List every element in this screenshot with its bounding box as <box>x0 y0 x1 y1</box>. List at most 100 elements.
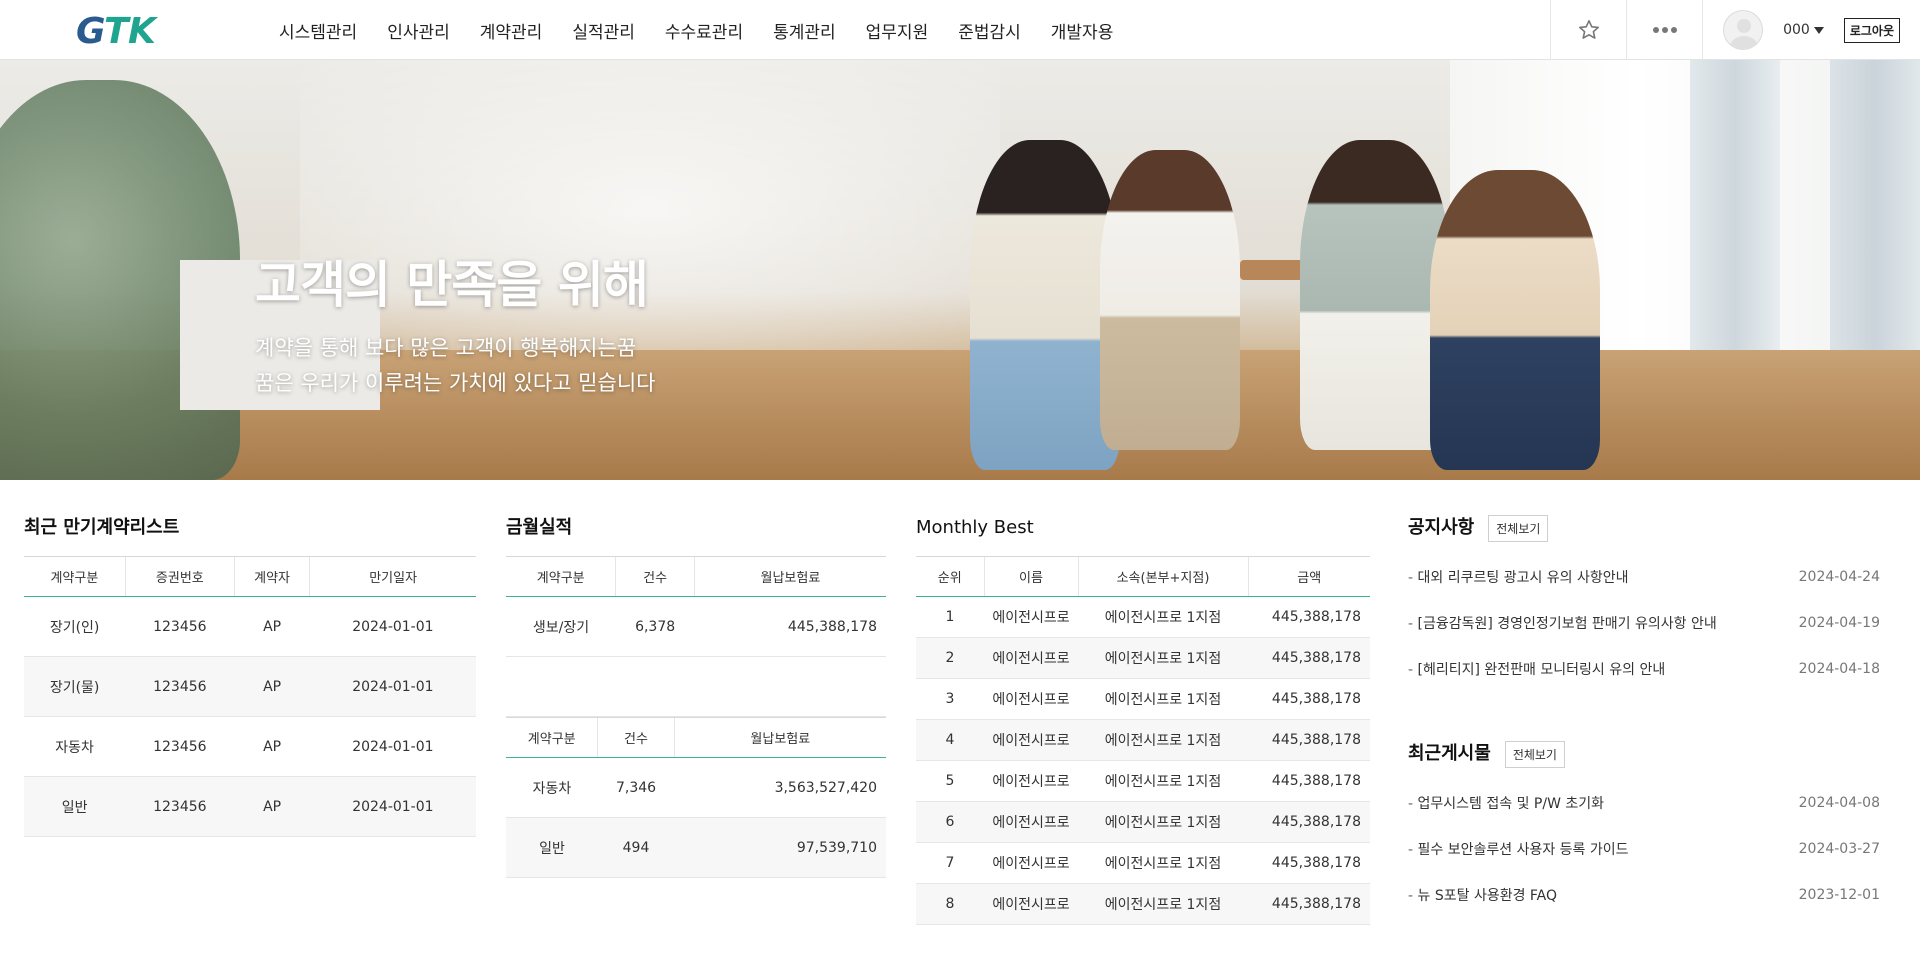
table-cell: 생보/장기 <box>506 596 616 657</box>
hero-subtitle-line: 꿈은 우리가 이루려는 가치에 있다고 믿습니다 <box>255 371 656 395</box>
expiring-contracts-table: 계약구분 증권번호 계약자 만기일자 장기(인) 123456 AP 2024-… <box>24 556 476 837</box>
list-item-date: 2024-04-24 <box>1798 569 1880 585</box>
table-cell: 장기(인) <box>24 596 126 657</box>
hero-banner: 고객의 만족을 위해 계약을 통해 보다 많은 고객이 행복해지는꿈 꿈은 우리… <box>0 60 1920 480</box>
table-cell: 445,388,178 <box>1248 760 1370 802</box>
svg-text:T: T <box>104 11 131 50</box>
hero-text: 고객의 만족을 위해 계약을 통해 보다 많은 고객이 행복해지는꿈 꿈은 우리… <box>255 245 655 401</box>
table-row[interactable]: 장기(인) 123456 AP 2024-01-01 <box>24 596 476 657</box>
table-row[interactable]: 자동차 123456 AP 2024-01-01 <box>24 716 476 777</box>
list-item-title[interactable]: 대외 리쿠르팅 광고시 유의 사항안내 <box>1408 567 1629 587</box>
table-cell: AP <box>234 656 310 717</box>
column-header: 건수 <box>597 717 675 758</box>
list-item[interactable]: 대외 리쿠르팅 광고시 유의 사항안내 2024-04-24 <box>1408 554 1880 600</box>
notice-list: 대외 리쿠르팅 광고시 유의 사항안내 2024-04-24 [금융감독원] 경… <box>1408 554 1880 692</box>
table-cell: 자동차 <box>506 757 598 818</box>
user-menu[interactable]: 000 로그아웃 <box>1702 0 1920 60</box>
more-menu-button[interactable] <box>1626 0 1702 60</box>
nav-item-support[interactable]: 업무지원 <box>851 18 944 43</box>
section-header: 최근게시물 전체보기 <box>1408 740 1880 768</box>
gtk-logo[interactable]: G T K <box>76 10 166 50</box>
list-item-title[interactable]: [헤리티지] 완전판매 모니터링시 유의 안내 <box>1408 659 1666 679</box>
table-row[interactable]: 8 에이전시프로 에이전시프로 1지점 445,388,178 <box>916 883 1370 925</box>
table-cell: AP <box>234 716 310 777</box>
column-header: 계약구분 <box>506 556 616 597</box>
table-cell: 자동차 <box>24 716 126 777</box>
list-item-title[interactable]: 뉴 S포탈 사용환경 FAQ <box>1408 885 1558 905</box>
nav-item-hr[interactable]: 인사관리 <box>372 18 465 43</box>
caret-down-icon[interactable] <box>1813 26 1824 34</box>
view-all-notices-button[interactable]: 전체보기 <box>1488 514 1549 542</box>
table-cell: AP <box>234 596 310 657</box>
table-cell: 에이전시프로 <box>984 678 1078 720</box>
monthly-best-table: 순위 이름 소속(본부+지점) 금액 1 에이전시프로 에이전시프로 1지점 445,… <box>916 556 1370 925</box>
svg-text:K: K <box>128 11 159 50</box>
table-cell: 에이전시프로 <box>984 842 1078 884</box>
nav-item-compliance[interactable]: 준법감시 <box>943 18 1036 43</box>
table-cell: 에이전시프로 <box>984 801 1078 843</box>
table-cell: 445,388,178 <box>1248 719 1370 761</box>
list-item-date: 2024-03-27 <box>1798 841 1880 857</box>
column-header: 계약구분 <box>506 717 598 758</box>
table-row[interactable]: 7 에이전시프로 에이전시프로 1지점 445,388,178 <box>916 842 1370 884</box>
nav-item-commission[interactable]: 수수료관리 <box>650 18 758 43</box>
list-item[interactable]: 필수 보안솔루션 사용자 등록 가이드 2024-03-27 <box>1408 826 1880 872</box>
person-image <box>1300 140 1450 450</box>
table-row[interactable]: 2 에이전시프로 에이전시프로 1지점 445,388,178 <box>916 637 1370 679</box>
user-name[interactable]: 000 <box>1783 22 1810 38</box>
table-row[interactable]: 일반 494 97,539,710 <box>506 817 886 878</box>
table-row[interactable]: 장기(물) 123456 AP 2024-01-01 <box>24 656 476 717</box>
nav-item-contract[interactable]: 계약관리 <box>465 18 558 43</box>
table-row[interactable]: 1 에이전시프로 에이전시프로 1지점 445,388,178 <box>916 596 1370 638</box>
section-title: 금월실적 <box>506 517 573 538</box>
nav-item-developer[interactable]: 개발자용 <box>1036 18 1129 43</box>
list-item-title[interactable]: 업무시스템 접속 및 P/W 초기화 <box>1408 793 1604 813</box>
table-cell: 에이전시프로 <box>984 719 1078 761</box>
table-row[interactable]: 3 에이전시프로 에이전시프로 1지점 445,388,178 <box>916 678 1370 720</box>
table-row[interactable]: 6 에이전시프로 에이전시프로 1지점 445,388,178 <box>916 801 1370 843</box>
list-item[interactable]: [금융감독원] 경영인정기보험 판매기 유의사항 안내 2024-04-19 <box>1408 600 1880 646</box>
table-cell: 445,388,178 <box>1248 678 1370 720</box>
table-cell: 1 <box>916 596 984 638</box>
table-row[interactable]: 5 에이전시프로 에이전시프로 1지점 445,388,178 <box>916 760 1370 802</box>
list-item-title[interactable]: 필수 보안솔루션 사용자 등록 가이드 <box>1408 839 1629 859</box>
list-item[interactable]: 뉴 S포탈 사용환경 FAQ 2023-12-01 <box>1408 872 1880 918</box>
table-row[interactable]: 생보/장기 6,378 445,388,178 <box>506 596 886 657</box>
logout-button[interactable]: 로그아웃 <box>1843 17 1900 43</box>
nonlife-performance-table: 계약구분 건수 월납보험료 자동차 7,346 3,563,527,420 일반… <box>506 717 886 878</box>
nav-item-performance[interactable]: 실적관리 <box>557 18 650 43</box>
list-item-title[interactable]: [금융감독원] 경영인정기보험 판매기 유의사항 안내 <box>1408 613 1717 633</box>
table-cell: 2024-01-01 <box>309 656 476 717</box>
column-header: 소속(본부+지점) <box>1077 556 1248 597</box>
list-item[interactable]: [헤리티지] 완전판매 모니터링시 유의 안내 2024-04-18 <box>1408 646 1880 692</box>
table-row[interactable]: 4 에이전시프로 에이전시프로 1지점 445,388,178 <box>916 719 1370 761</box>
table-row[interactable]: 자동차 7,346 3,563,527,420 <box>506 757 886 818</box>
table-cell: 6 <box>916 801 984 843</box>
table-row[interactable]: 일반 123456 AP 2024-01-01 <box>24 776 476 837</box>
table-cell: 에이전시프로 <box>984 883 1078 925</box>
expiring-contracts-section: 최근 만기계약리스트 계약구분 증권번호 계약자 만기일자 장기(인) 1234… <box>24 514 476 837</box>
table-cell: 2024-01-01 <box>309 716 476 777</box>
person-image <box>1430 170 1600 470</box>
table-cell: 123456 <box>125 716 235 777</box>
favorite-button[interactable] <box>1550 0 1626 60</box>
column-header: 금액 <box>1247 556 1370 597</box>
table-cell: AP <box>234 776 310 837</box>
table-cell: 일반 <box>24 776 126 837</box>
list-item[interactable]: 업무시스템 접속 및 P/W 초기화 2024-04-08 <box>1408 780 1880 826</box>
view-all-posts-button[interactable]: 전체보기 <box>1504 740 1565 768</box>
recent-posts-list: 업무시스템 접속 및 P/W 초기화 2024-04-08 필수 보안솔루션 사… <box>1408 780 1880 918</box>
table-cell: 5 <box>916 760 984 802</box>
monthly-performance-section: 금월실적 계약구분 건수 월납보험료 생보/장기 6,378 445,388,1… <box>506 514 886 878</box>
table-cell: 에이전시프로 <box>984 596 1078 638</box>
table-cell: 7,346 <box>597 757 675 818</box>
table-cell: 6,378 <box>615 596 695 657</box>
table-cell: 에이전시프로 1지점 <box>1078 883 1248 925</box>
nav-item-statistics[interactable]: 통계관리 <box>758 18 851 43</box>
table-cell: 445,388,178 <box>1248 883 1370 925</box>
recent-posts-section: 최근게시물 전체보기 업무시스템 접속 및 P/W 초기화 2024-04-08… <box>1408 740 1880 918</box>
nav-item-system[interactable]: 시스템관리 <box>264 18 372 43</box>
table-cell: 에이전시프로 <box>984 760 1078 802</box>
table-cell: 에이전시프로 1지점 <box>1078 842 1248 884</box>
section-title: 최근 만기계약리스트 <box>24 517 180 538</box>
